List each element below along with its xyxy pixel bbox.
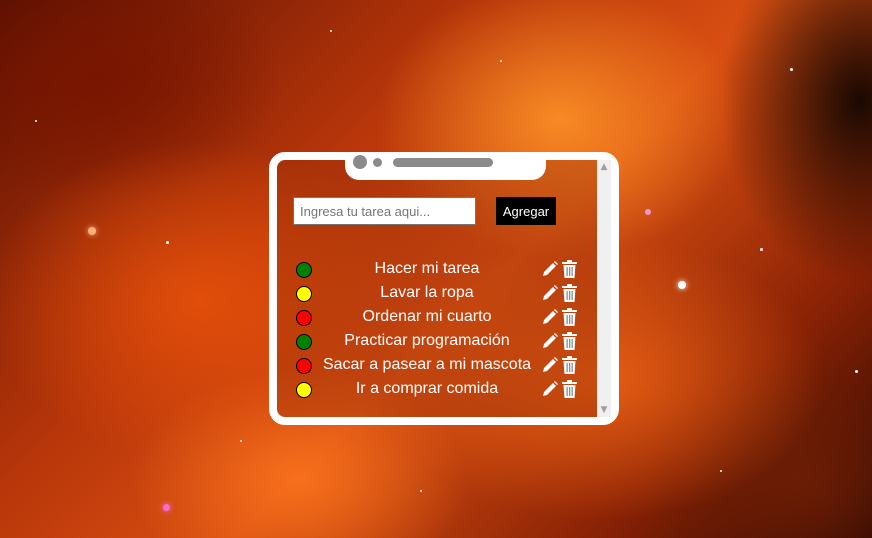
task-text: Practicar programación xyxy=(344,332,510,349)
pencil-icon[interactable] xyxy=(541,260,559,278)
pencil-icon[interactable] xyxy=(541,308,559,326)
scrollbar[interactable]: ▲ ▼ xyxy=(597,160,611,417)
star xyxy=(166,241,169,244)
camera-dot xyxy=(353,155,367,169)
task-text: Ir a comprar comida xyxy=(355,380,499,397)
chevron-down-icon[interactable]: ▼ xyxy=(597,403,611,417)
star xyxy=(330,30,332,32)
speaker-bar xyxy=(393,158,493,167)
add-task-button[interactable]: Agregar xyxy=(496,197,556,225)
task-text: Lavar la ropa xyxy=(380,284,474,301)
status-indicator[interactable] xyxy=(296,358,312,374)
star xyxy=(88,227,96,235)
pencil-icon[interactable] xyxy=(541,332,559,350)
star xyxy=(790,68,793,71)
star xyxy=(645,209,651,215)
star xyxy=(35,120,37,122)
trash-icon[interactable] xyxy=(562,260,577,278)
star xyxy=(760,248,763,251)
chevron-up-icon[interactable]: ▲ xyxy=(597,160,611,174)
task-item: Hacer mi tarea xyxy=(277,260,597,284)
status-indicator[interactable] xyxy=(296,262,312,278)
trash-icon[interactable] xyxy=(562,308,577,326)
status-indicator[interactable] xyxy=(296,310,312,326)
task-item: Ir a comprar comida xyxy=(277,380,597,404)
task-item: Practicar programación xyxy=(277,332,597,356)
task-list: Hacer mi tarea Lavar la ropa Ordenar mi … xyxy=(277,260,597,404)
task-text: Hacer mi tarea xyxy=(374,260,480,277)
pencil-icon[interactable] xyxy=(541,356,559,374)
task-item: Lavar la ropa xyxy=(277,284,597,308)
star xyxy=(855,370,858,373)
trash-icon[interactable] xyxy=(562,284,577,302)
status-indicator[interactable] xyxy=(296,382,312,398)
trash-icon[interactable] xyxy=(562,356,577,374)
task-input[interactable] xyxy=(293,197,476,225)
pencil-icon[interactable] xyxy=(541,284,559,302)
task-item: Sacar a pasear a mi mascota xyxy=(277,356,597,380)
star xyxy=(240,440,242,442)
pencil-icon[interactable] xyxy=(541,380,559,398)
star xyxy=(678,281,686,289)
star xyxy=(163,504,170,511)
sensor-dot xyxy=(373,158,382,167)
task-text: Ordenar mi cuarto xyxy=(362,308,492,325)
task-item: Ordenar mi cuarto xyxy=(277,308,597,332)
trash-icon[interactable] xyxy=(562,332,577,350)
star xyxy=(720,470,722,472)
status-indicator[interactable] xyxy=(296,334,312,350)
status-indicator[interactable] xyxy=(296,286,312,302)
phone-notch xyxy=(345,152,546,180)
trash-icon[interactable] xyxy=(562,380,577,398)
star xyxy=(420,490,422,492)
task-text: Sacar a pasear a mi mascota xyxy=(322,356,532,373)
todo-app-frame: ▲ ▼ Agregar Hacer mi tarea Lavar la ropa xyxy=(269,152,619,425)
star xyxy=(500,60,502,62)
